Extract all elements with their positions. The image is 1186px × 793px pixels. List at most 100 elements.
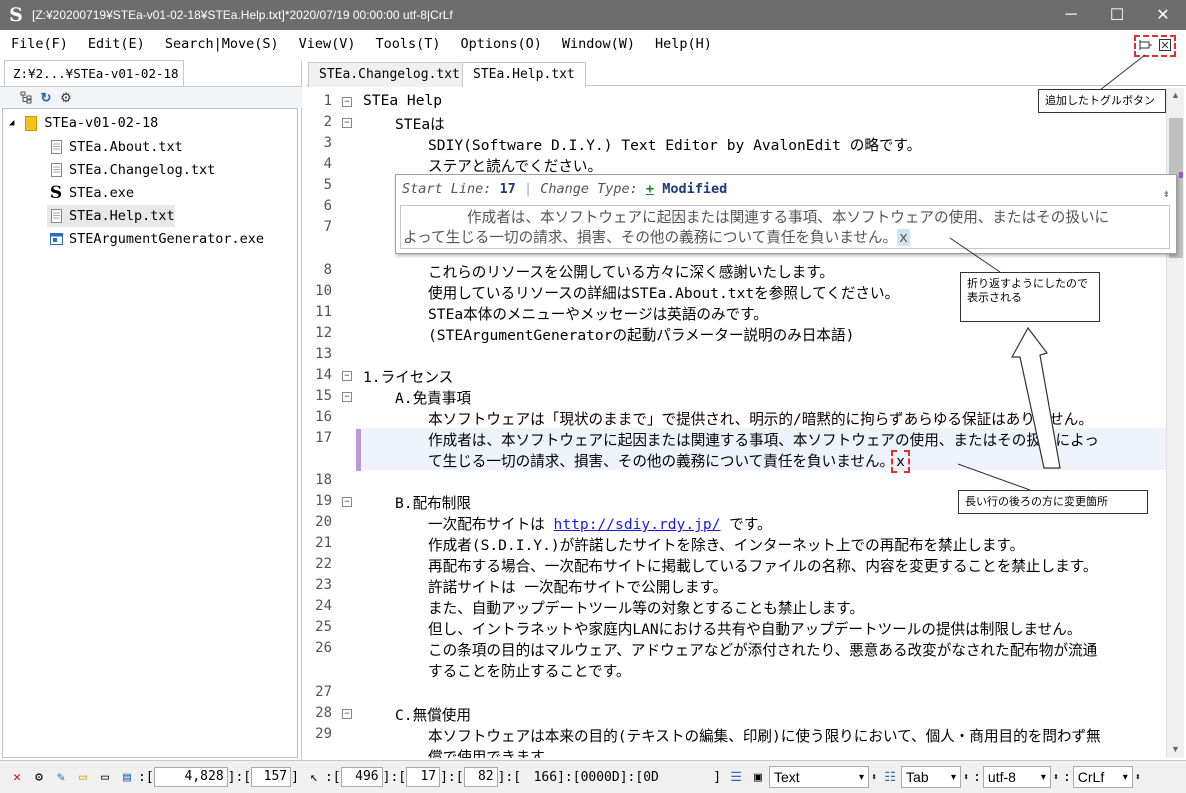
change-indicator [1179, 172, 1183, 178]
line-number: 10 [315, 283, 332, 299]
menu-help[interactable]: Help(H) [655, 36, 712, 52]
callout-toggle: 追加したトグルボタン [1038, 89, 1166, 113]
fold-minus-icon[interactable]: − [342, 497, 352, 507]
tree-item-file[interactable]: STEArgumentGenerator.exe [47, 228, 264, 250]
pin-toggle-icon[interactable] [1139, 39, 1153, 54]
indent-spin-icon[interactable]: ⬍ [963, 772, 969, 783]
popup-expand-icon[interactable]: ⇟ [1162, 189, 1170, 200]
menu-window[interactable]: Window(W) [562, 36, 635, 52]
popup-header: Start Line: 17 | Change Type: + Modified [402, 181, 728, 197]
code-line: STEa本体のメニューやメッセージは英語のみです。 [428, 306, 768, 323]
wrap-lines-icon[interactable]: ☰ [725, 766, 747, 788]
line-number: 11 [315, 304, 332, 320]
file-explorer-pane: Z:¥2...¥STEa-v01-02-18 ↻ ⚙ ◢ STEa-v01-02… [0, 60, 302, 760]
text-file-icon [47, 209, 65, 223]
code-line: また、自動アップデートツール等の対象とすることも禁止します。 [428, 600, 864, 617]
gear-icon[interactable]: ⚙ [56, 89, 76, 107]
menu-edit[interactable]: Edit(E) [88, 36, 145, 52]
indent-select[interactable]: Tab ▾ [901, 766, 962, 788]
close-doc-icon[interactable]: ✕ [6, 766, 28, 788]
menu-file[interactable]: File(F) [11, 36, 68, 52]
menu-options[interactable]: Options(O) [461, 36, 542, 52]
file-label: STEa.Help.txt [69, 208, 175, 224]
code-line: SDIY(Software D.I.Y.) Text Editor by Ava… [428, 137, 922, 154]
change-marker [356, 429, 361, 471]
tree-item-root-folder[interactable]: ◢ STEa-v01-02-18 [9, 112, 158, 134]
file-label: STEArgumentGenerator.exe [69, 231, 265, 247]
syntax-icon[interactable]: ▣ [747, 766, 769, 788]
tree-item-file[interactable]: STEa.About.txt [47, 136, 183, 158]
menu-bar: File(F) Edit(E) Search|Move(S) View(V) T… [0, 30, 1186, 58]
line-number: 4 [323, 156, 332, 172]
line-count-field: 157 [251, 767, 292, 787]
code-line: ステアと読んでください。 [428, 158, 603, 175]
char-count-field: 4,828 [153, 767, 228, 787]
code-line: 但し、イントラネットや家庭内LANにおける共有や自動アップデートツールの提供は制… [428, 621, 1082, 638]
site-link[interactable]: http://sdiy.rdy.jp/ [554, 516, 721, 533]
line-number: 19 [315, 493, 332, 509]
file-tree: ◢ STEa-v01-02-18 STEa.About.txt STEa.Cha… [2, 108, 298, 758]
code-line: STEa Help [363, 92, 443, 109]
gear-icon[interactable]: ⚙ [28, 766, 50, 788]
editor-tab-bar: STEa.Changelog.txt STEa.Help.txt [306, 60, 1186, 87]
syntax-spin-icon[interactable]: ⬍ [871, 772, 877, 783]
indent-icon[interactable]: ☷ [879, 766, 901, 788]
newline-select[interactable]: CrLf ▾ [1072, 766, 1133, 788]
text-file-icon [47, 140, 65, 154]
code-line: 作成者(S.D.I.Y.)が許諾したサイトを除き、インターネット上での再配布を禁… [428, 537, 1025, 554]
plus-icon: + [645, 181, 655, 197]
fold-minus-icon[interactable]: − [342, 371, 352, 381]
tree-toolbar: ↻ ⚙ [0, 86, 302, 108]
line-number: 1 [323, 93, 332, 109]
app-logo-icon: S [9, 4, 23, 26]
expand-arrow-icon[interactable]: ◢ [9, 118, 14, 128]
pencil-icon[interactable]: ✎ [50, 766, 72, 788]
close-button[interactable]: ✕ [1140, 0, 1186, 30]
refresh-icon[interactable]: ↻ [36, 89, 56, 107]
scroll-up-icon[interactable]: ▲ [1171, 90, 1180, 100]
folder-icon [22, 115, 40, 131]
minimize-button[interactable]: ─ [1048, 0, 1094, 30]
code-line: 使用しているリソースの詳細はSTEa.About.txtを参照してください。 [428, 285, 900, 302]
menu-tools[interactable]: Tools(T) [376, 36, 441, 52]
tree-item-file-selected[interactable]: STEa.Help.txt [47, 205, 175, 227]
line-number: 7 [323, 219, 332, 235]
fold-minus-icon[interactable]: − [342, 97, 352, 107]
callout-wrap: 折り返すようにしたので 表示される [960, 272, 1100, 322]
line-number: 29 [315, 726, 332, 742]
cursor-icon[interactable]: ↖ [303, 766, 325, 788]
scroll-down-icon[interactable]: ▼ [1171, 744, 1180, 754]
code-line-wrapped: て生じる一切の請求、損害、その他の義務について責任を負いません。 x [428, 450, 910, 473]
open-folder-icon[interactable]: ▭ [72, 766, 94, 788]
fold-minus-icon[interactable]: − [342, 709, 352, 719]
maximize-button[interactable]: ☐ [1094, 0, 1140, 30]
fold-minus-icon[interactable]: − [342, 118, 352, 128]
text-file-icon [47, 163, 65, 177]
line-number: 28 [315, 705, 332, 721]
line-number: 13 [315, 346, 332, 362]
folder-tab[interactable]: Z:¥2...¥STEa-v01-02-18 [4, 60, 184, 86]
menu-search[interactable]: Search|Move(S) [165, 36, 279, 52]
tab-changelog[interactable]: STEa.Changelog.txt [308, 62, 471, 87]
fold-minus-icon[interactable]: − [342, 392, 352, 402]
tab-help[interactable]: STEa.Help.txt [462, 62, 586, 87]
newline-spin-icon[interactable]: ⬍ [1135, 772, 1141, 783]
window-title: [Z:¥20200719¥STEa-v01-02-18¥STEa.Help.tx… [32, 8, 453, 22]
char-hex: 0D [643, 769, 659, 785]
fullscreen-toggle-icon[interactable] [1159, 38, 1171, 54]
console-icon[interactable]: ▭ [94, 766, 116, 788]
code-line: 再配布する場合、一次配布サイトに掲載しているファイルの名称、内容を変更することを… [428, 558, 1098, 575]
tree-item-file[interactable]: S STEa.exe [47, 182, 134, 204]
document-stats-icon[interactable]: ▤ [116, 766, 138, 788]
syntax-select[interactable]: Text ▾ [769, 766, 870, 788]
menu-view[interactable]: View(V) [299, 36, 356, 52]
tree-view-icon[interactable] [16, 89, 36, 107]
exe-logo-icon: S [49, 183, 63, 203]
line-number: 6 [323, 198, 332, 214]
tree-item-file[interactable]: STEa.Changelog.txt [47, 159, 215, 181]
code-line: (STEArgumentGeneratorの起動パラメーター説明のみ日本語) [428, 327, 855, 344]
line-number: 14 [315, 367, 332, 383]
encoding-select[interactable]: utf-8 ▾ [982, 766, 1051, 788]
status-bar: ✕ ⚙ ✎ ▭ ▭ ▤ :[4,828]:[157] ↖ :[496]:[17]… [0, 760, 1186, 793]
encoding-spin-icon[interactable]: ⬍ [1053, 772, 1059, 783]
